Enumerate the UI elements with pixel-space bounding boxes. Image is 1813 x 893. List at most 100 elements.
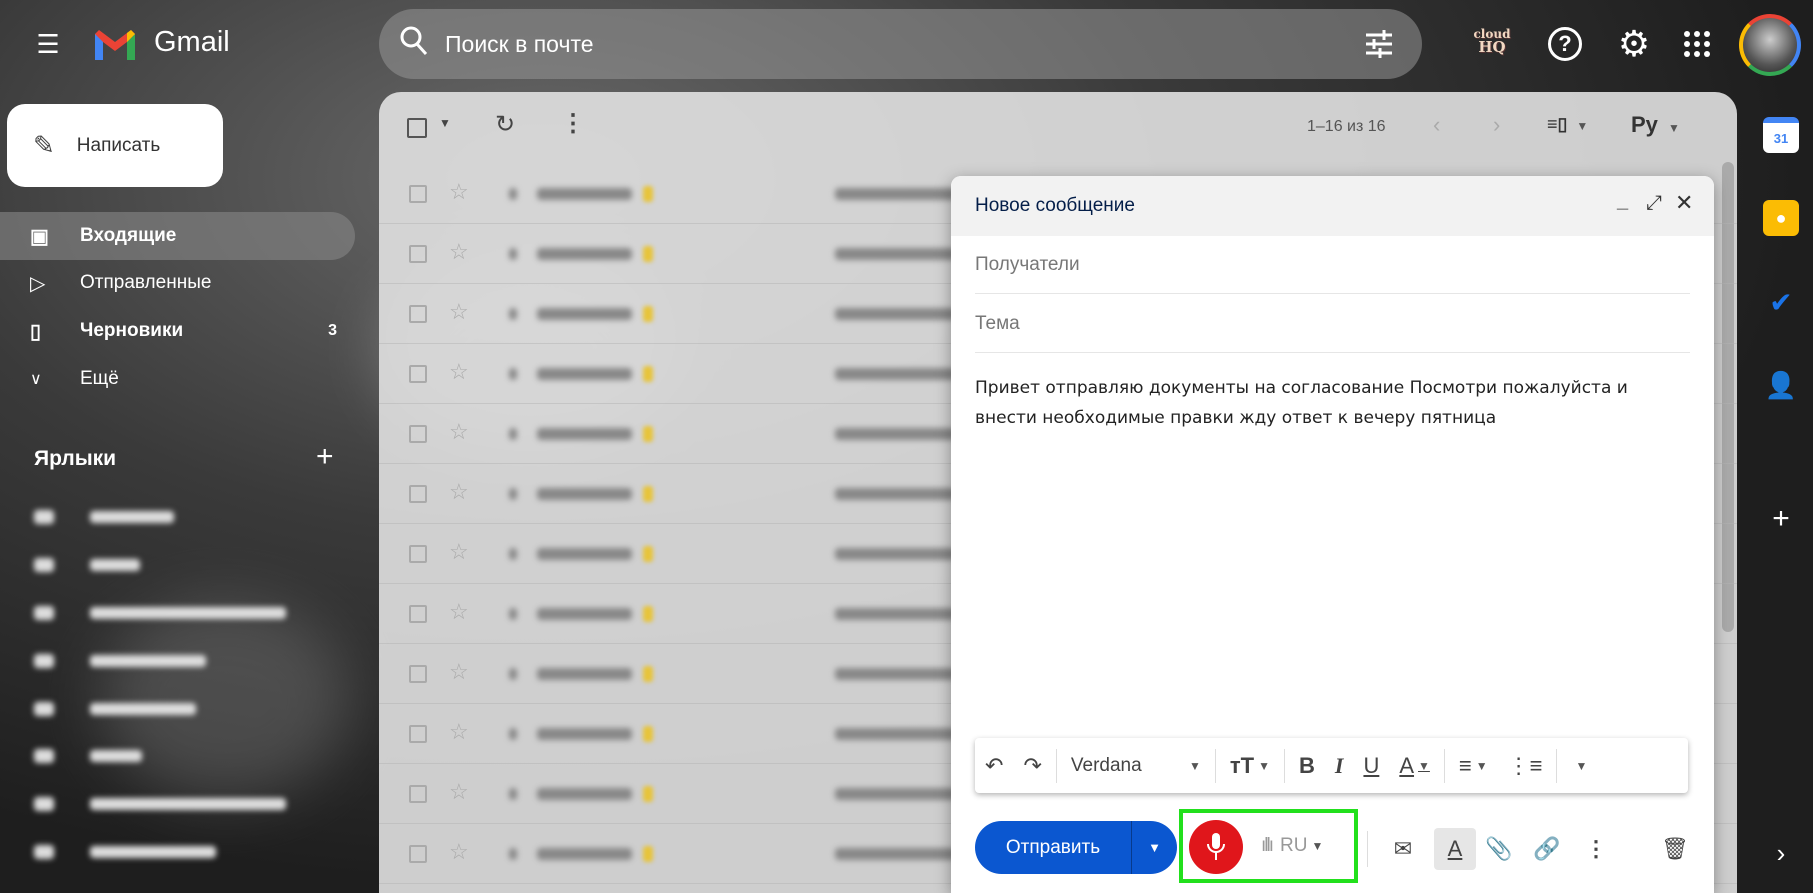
apps-grid-icon[interactable] [1684,31,1710,57]
label-item[interactable] [34,694,196,724]
select-dropdown-icon[interactable]: ▼ [439,116,451,130]
add-label-icon[interactable]: + [316,440,334,474]
row-checkbox[interactable] [409,785,427,803]
redo-icon[interactable]: ↷ [1013,753,1051,779]
row-checkbox[interactable] [409,365,427,383]
bold-icon[interactable]: B [1289,753,1325,779]
star-icon[interactable]: ☆ [449,839,469,865]
sidebar-item-more[interactable]: ∨ Ещё [0,355,355,403]
star-icon[interactable]: ☆ [449,359,469,385]
sidebar-item-sent[interactable]: ▷ Отправленные [0,259,355,307]
refresh-icon[interactable]: ↻ [495,110,515,139]
undo-icon[interactable]: ↶ [975,753,1013,779]
italic-icon[interactable]: I [1325,753,1354,779]
subject-blurred [835,788,955,800]
voice-language-select[interactable]: ıllı RU ▼ [1261,835,1323,857]
sidebar-item-label: Отправленные [80,272,212,293]
input-language-button[interactable]: Ру ▼ [1631,112,1680,138]
label-marker [643,486,653,502]
label-item[interactable] [34,741,142,771]
search-icon[interactable] [399,25,429,64]
help-icon[interactable]: ? [1548,27,1582,61]
subject-blurred [835,608,955,620]
label-item[interactable] [34,598,286,628]
split-pane-icon[interactable]: ≡▯ ▼ [1547,114,1588,135]
row-checkbox[interactable] [409,185,427,203]
star-icon[interactable]: ☆ [449,299,469,325]
row-checkbox[interactable] [409,845,427,863]
expand-panel-icon[interactable]: › [1763,835,1799,871]
star-icon[interactable]: ☆ [449,659,469,685]
text-size-icon[interactable]: тT ▼ [1220,753,1280,779]
discard-draft-icon[interactable]: 🗑 [1657,831,1693,867]
recipients-field[interactable]: Получатели [975,236,1690,294]
font-select[interactable]: Verdana ▼ [1061,755,1211,777]
star-icon[interactable]: ☆ [449,179,469,205]
settings-gear-icon[interactable]: ⚙ [1614,23,1654,64]
add-addon-icon[interactable]: + [1763,501,1799,537]
label-marker [643,786,653,802]
subject-field[interactable]: Тема [975,295,1690,353]
keep-icon[interactable]: ● [1763,200,1799,236]
star-icon[interactable]: ☆ [449,539,469,565]
attach-icon[interactable]: 📎 [1481,831,1517,867]
calendar-icon[interactable]: 31 [1763,117,1799,153]
star-icon[interactable]: ☆ [449,239,469,265]
fullscreen-icon[interactable]: ⤢ [1646,192,1662,215]
label-item[interactable] [34,550,140,580]
row-checkbox[interactable] [409,545,427,563]
row-checkbox[interactable] [409,425,427,443]
row-checkbox[interactable] [409,725,427,743]
star-icon[interactable]: ☆ [449,479,469,505]
search-bar[interactable]: Поиск в почте [379,9,1422,79]
numbered-list-icon[interactable]: ⋮≡ [1498,753,1553,779]
contacts-icon[interactable]: 👤 [1763,367,1799,403]
search-options-icon[interactable] [1364,29,1394,64]
star-icon[interactable]: ☆ [449,779,469,805]
label-marker [643,606,653,622]
send-button[interactable]: Отправить ▼ [975,821,1177,874]
importance-marker [509,188,517,200]
next-page-icon[interactable]: › [1493,112,1500,138]
prev-page-icon[interactable]: ‹ [1433,112,1440,138]
label-item[interactable] [34,837,216,867]
align-icon[interactable]: ≡ ▼ [1449,753,1498,779]
row-checkbox[interactable] [409,245,427,263]
sender-blurred [537,848,632,860]
sidebar-item-inbox[interactable]: ▣ Входящие [0,212,355,260]
app-name: Gmail [154,26,230,58]
search-input[interactable]: Поиск в почте [445,31,594,58]
label-item[interactable] [34,646,206,676]
more-options-icon[interactable]: ⋮ [1578,831,1614,867]
formatting-toggle-icon[interactable]: A [1434,828,1476,870]
sidebar-item-drafts[interactable]: ▯ Черновики 3 [0,307,355,355]
account-avatar[interactable] [1739,14,1801,76]
subject-blurred [835,728,955,740]
microphone-icon[interactable] [1189,820,1243,874]
more-options-icon[interactable]: ⋮ [561,109,585,138]
star-icon[interactable]: ☆ [449,419,469,445]
row-checkbox[interactable] [409,305,427,323]
row-checkbox[interactable] [409,665,427,683]
text-color-icon[interactable]: A ▼ [1389,753,1440,779]
subject-blurred [835,188,955,200]
label-item[interactable] [34,502,174,532]
close-icon[interactable]: ✕ [1675,190,1693,216]
compose-button[interactable]: ✎ Написать [7,104,223,187]
more-formatting-icon[interactable]: ▼ [1561,759,1597,773]
link-icon[interactable]: 🔗 [1529,831,1565,867]
message-body[interactable]: Привет отправляю документы на согласован… [975,373,1690,433]
tasks-icon[interactable]: ✔ [1763,284,1799,320]
underline-icon[interactable]: U [1353,753,1389,779]
label-item[interactable] [34,789,286,819]
row-checkbox[interactable] [409,605,427,623]
row-checkbox[interactable] [409,485,427,503]
main-menu-icon[interactable]: ☰ [30,26,66,62]
confidential-mode-icon[interactable]: ✉ [1385,831,1421,867]
star-icon[interactable]: ☆ [449,719,469,745]
select-all-checkbox[interactable] [407,118,427,138]
cloudhq-icon[interactable]: cloud HQ [1470,28,1514,55]
send-options-icon[interactable]: ▼ [1132,840,1177,855]
minimize-icon[interactable]: _ [1617,190,1628,213]
star-icon[interactable]: ☆ [449,599,469,625]
